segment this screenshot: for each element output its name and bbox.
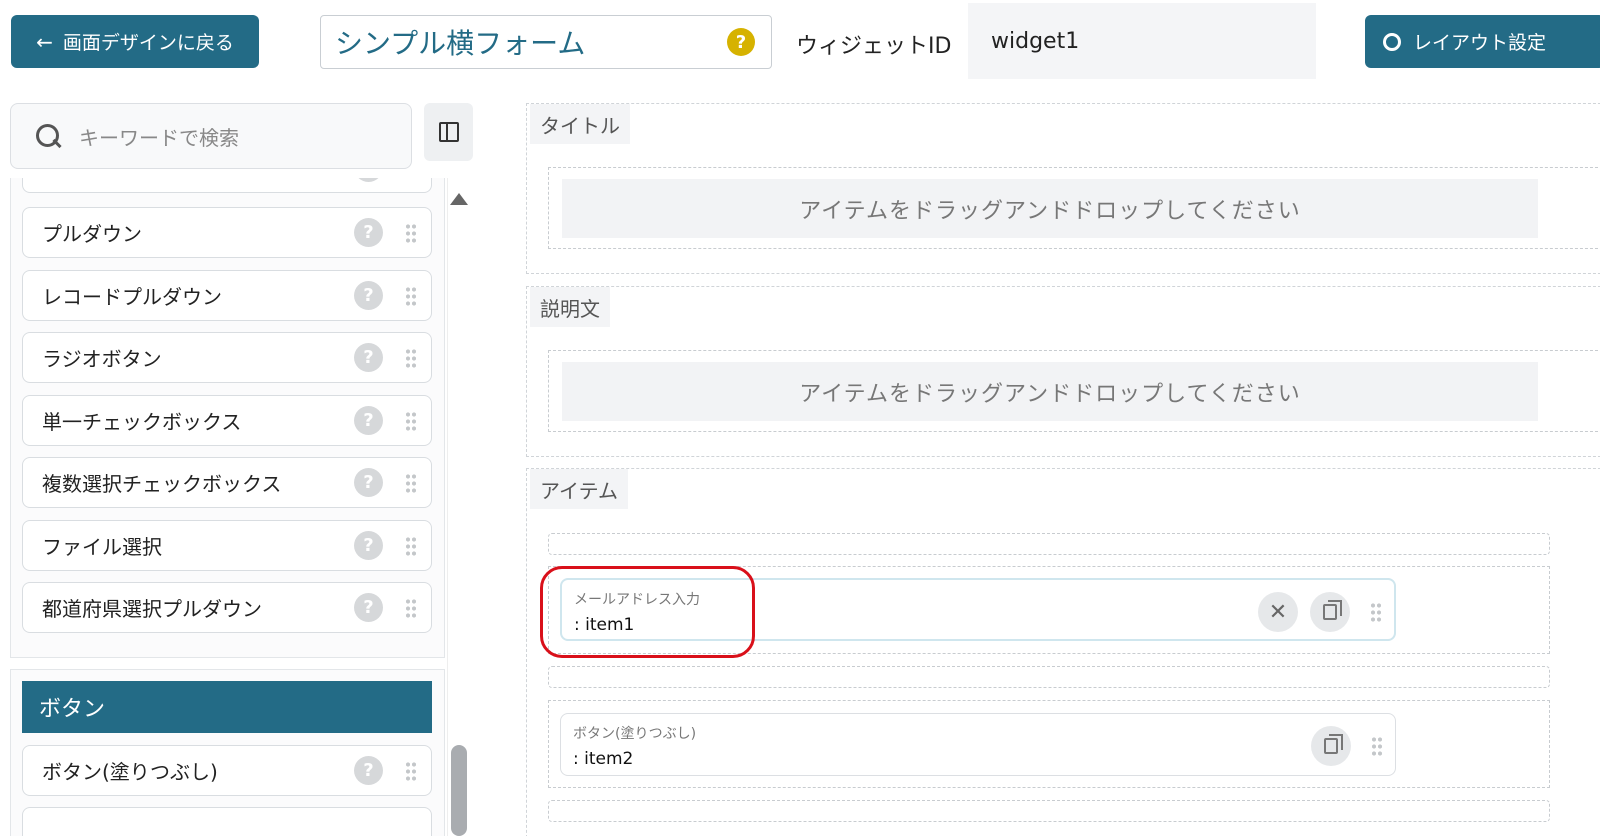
list-item[interactable]: レコードプルダウン ? — [22, 270, 432, 321]
highlight-annotation — [540, 566, 755, 658]
scrollbar-thumb[interactable] — [451, 745, 467, 836]
close-icon: ✕ — [1268, 599, 1288, 625]
list-item-partial[interactable] — [22, 807, 432, 836]
list-item-label: 都道府県選択プルダウン — [42, 597, 262, 621]
drop-hint: アイテムをドラッグアンドドロップしてください — [562, 362, 1538, 421]
list-item[interactable]: 都道府県選択プルダウン ? — [22, 582, 432, 633]
help-icon[interactable]: ? — [727, 28, 755, 56]
scrollbar[interactable] — [447, 178, 473, 836]
item-id: : item2 — [573, 749, 634, 769]
widget-id-value: widget1 — [991, 28, 1080, 54]
list-item-partial[interactable]: ? — [22, 178, 432, 193]
zone-label-description: 説明文 — [530, 287, 610, 327]
layout-settings-button[interactable]: レイアウト設定 — [1365, 15, 1600, 68]
list-item-label: レコードプルダウン — [42, 285, 222, 309]
list-item[interactable]: プルダウン ? — [22, 207, 432, 258]
search-icon — [35, 123, 61, 149]
drop-slot[interactable] — [548, 800, 1550, 822]
list-item[interactable]: 複数選択チェックボックス ? — [22, 457, 432, 508]
list-item[interactable]: ラジオボタン ? — [22, 332, 432, 383]
help-icon[interactable]: ? — [354, 343, 383, 372]
drag-handle-icon[interactable] — [405, 348, 417, 368]
list-item-label: 単一チェックボックス — [42, 410, 242, 434]
help-icon[interactable]: ? — [354, 406, 383, 435]
zone-label-title: タイトル — [530, 104, 630, 144]
copy-icon — [1324, 734, 1343, 754]
widget-id-label: ウィジェットID — [796, 34, 952, 59]
zone-label-items: アイテム — [530, 469, 628, 509]
button-section-header[interactable]: ボタン — [22, 681, 432, 733]
section-title: ボタン — [39, 697, 106, 722]
item-type: ボタン(塗りつぶし) — [573, 726, 697, 742]
scroll-up-icon[interactable] — [450, 193, 468, 205]
drop-hint: アイテムをドラッグアンドドロップしてください — [562, 179, 1538, 238]
list-item-label: ラジオボタン — [42, 347, 162, 371]
help-icon[interactable]: ? — [354, 281, 383, 310]
back-to-screen-design-button[interactable]: ← 画面デザインに戻る — [11, 15, 259, 68]
layout-settings-label: レイアウト設定 — [1413, 32, 1547, 54]
list-item-label: プルダウン — [42, 222, 142, 246]
list-item-label: ボタン(塗りつぶし) — [42, 760, 218, 784]
drag-handle-icon[interactable] — [405, 286, 417, 306]
widget-title-field[interactable]: シンプル横フォーム ? — [320, 15, 772, 69]
help-icon[interactable]: ? — [354, 756, 383, 785]
panel-toggle-button[interactable] — [424, 103, 473, 161]
search-placeholder: キーワードで検索 — [79, 125, 239, 150]
help-icon[interactable]: ? — [354, 468, 383, 497]
item-card-button[interactable]: ボタン(塗りつぶし) : item2 — [560, 713, 1396, 776]
duplicate-button[interactable] — [1311, 726, 1351, 766]
list-item[interactable]: ボタン(塗りつぶし) ? — [22, 745, 432, 796]
list-item-label: 複数選択チェックボックス — [42, 472, 282, 496]
gear-icon — [1383, 32, 1401, 51]
help-icon[interactable]: ? — [354, 178, 383, 182]
list-item-label: ファイル選択 — [42, 535, 162, 559]
component-list: ? プルダウン ? レコードプルダウン ? ラジオボタン ? 単一チェックボック… — [10, 178, 445, 658]
copy-icon — [1323, 600, 1342, 620]
sidebar-toggle-icon — [438, 122, 459, 142]
back-button-label: 画面デザインに戻る — [62, 32, 234, 54]
list-item[interactable]: 単一チェックボックス ? — [22, 395, 432, 446]
drag-handle-icon[interactable] — [405, 598, 417, 618]
widget-title-text: シンプル横フォーム — [335, 27, 586, 60]
help-icon[interactable]: ? — [354, 531, 383, 560]
list-item[interactable]: ファイル選択 ? — [22, 520, 432, 571]
drag-handle-icon[interactable] — [405, 536, 417, 556]
duplicate-button[interactable] — [1310, 592, 1350, 632]
drag-handle-icon[interactable] — [1371, 736, 1383, 756]
widget-id-field[interactable]: widget1 — [968, 3, 1316, 79]
arrow-left-icon: ← — [36, 29, 53, 54]
drag-handle-icon[interactable] — [1370, 602, 1382, 622]
remove-button[interactable]: ✕ — [1258, 592, 1298, 632]
search-input[interactable]: キーワードで検索 — [10, 103, 412, 169]
drag-handle-icon[interactable] — [405, 473, 417, 493]
drag-handle-icon[interactable] — [405, 761, 417, 781]
drop-slot[interactable] — [548, 666, 1550, 688]
drag-handle-icon[interactable] — [405, 411, 417, 431]
help-icon[interactable]: ? — [354, 593, 383, 622]
drag-handle-icon[interactable] — [405, 223, 417, 243]
drop-slot[interactable] — [548, 533, 1550, 555]
help-icon[interactable]: ? — [354, 218, 383, 247]
